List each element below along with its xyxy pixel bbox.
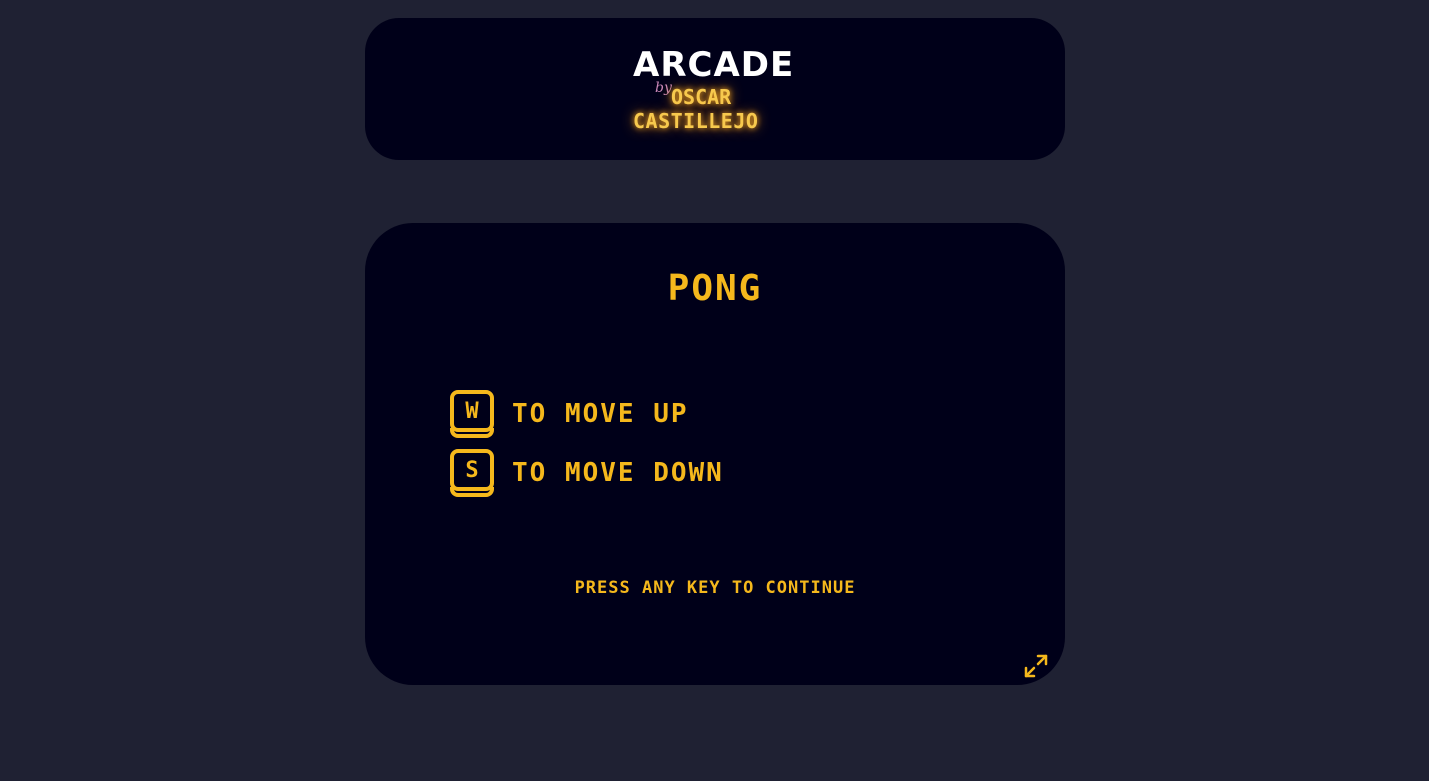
control-label-up: TO MOVE UP (512, 399, 689, 429)
logo-by: by (655, 80, 672, 96)
control-row-down: S TO MOVE DOWN (450, 448, 724, 498)
continue-prompt: PRESS ANY KEY TO CONTINUE (574, 578, 856, 598)
expand-icon (1024, 654, 1048, 678)
logo-author-last: CASTILLEJO (633, 109, 759, 133)
s-key-icon: S (450, 449, 494, 497)
game-title: PONG (667, 268, 763, 309)
logo-author-first: OSCAR (671, 85, 732, 109)
fullscreen-button[interactable] (1023, 653, 1049, 679)
w-key-icon: W (450, 390, 494, 438)
control-label-down: TO MOVE DOWN (512, 458, 724, 488)
control-row-up: W TO MOVE UP (450, 389, 689, 439)
game-screen[interactable]: PONG W TO MOVE UP S TO MOVE DOWN PRESS A… (365, 223, 1065, 685)
header-card: ARCADE by OSCAR CASTILLEJO (365, 18, 1065, 160)
logo-title: ARCADE (633, 45, 795, 85)
